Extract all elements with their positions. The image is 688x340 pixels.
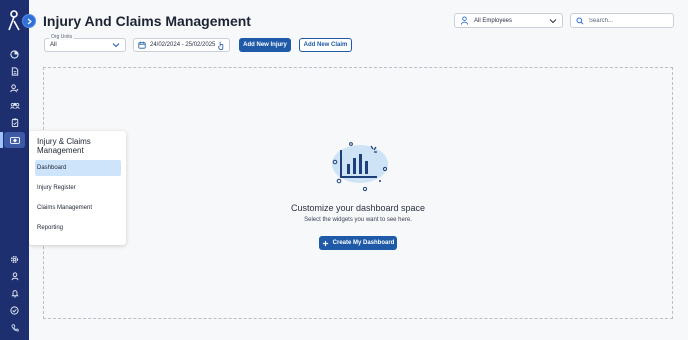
employee-filter-select[interactable]: All Employees [454, 13, 563, 28]
brand-logo-icon [8, 10, 20, 31]
phone-icon [11, 323, 19, 331]
dashboard-chart-illustration-icon [332, 142, 388, 192]
flyout-item-label: Injury Register [37, 185, 76, 191]
nav-profile-button[interactable] [7, 269, 22, 284]
pointer-hand-icon [218, 41, 224, 50]
page-title: Injury And Claims Management [43, 13, 251, 29]
sidebar-toggle-button[interactable] [22, 14, 36, 28]
flyout-item-reporting[interactable]: Reporting [35, 220, 121, 236]
group-icon [9, 102, 20, 109]
user-settings-icon [10, 84, 19, 93]
nav-injury-claims-button[interactable] [4, 132, 25, 148]
chevron-down-icon [549, 18, 557, 23]
chevron-down-icon [112, 43, 120, 48]
clipboard-icon [11, 118, 18, 127]
injury-claims-icon [9, 136, 20, 144]
flyout-item-dashboard[interactable]: Dashboard [35, 160, 121, 176]
dashboard-canvas [43, 67, 673, 319]
search-field[interactable] [570, 13, 674, 28]
employee-filter-value: All Employees [474, 17, 513, 24]
flyout-title: Injury & Claims Management [37, 137, 91, 155]
active-indicator [0, 132, 3, 148]
org-units-select[interactable]: Org Units All [44, 34, 126, 52]
flyout-item-label: Claims Management [37, 205, 93, 211]
icon-rail [0, 0, 36, 340]
add-new-claim-button[interactable]: Add New Claim [299, 38, 352, 52]
date-range-value: 24/02/2024 - 25/02/2025 [150, 42, 216, 48]
date-range-picker[interactable]: 24/02/2024 - 25/02/2025 [133, 38, 230, 52]
search-input[interactable] [588, 17, 668, 24]
create-dashboard-button[interactable]: Create My Dashboard [319, 236, 397, 250]
person-icon [460, 16, 469, 25]
nav-dashboard-button[interactable] [7, 47, 22, 62]
pie-chart-icon [10, 50, 19, 59]
flyout-item-label: Reporting [37, 225, 64, 231]
bell-icon [10, 290, 19, 298]
nav-documents-button[interactable] [7, 64, 22, 79]
add-new-injury-button[interactable]: Add New Injury [239, 38, 291, 52]
check-circle-icon [10, 306, 19, 315]
org-units-value: All [50, 42, 57, 48]
empty-state-subtitle: Select the widgets you want to see here. [304, 217, 412, 223]
calendar-icon [138, 41, 146, 49]
nav-notifications-button[interactable] [7, 286, 22, 301]
nav-users-button[interactable] [7, 81, 22, 96]
flyout-item-label: Dashboard [37, 165, 67, 171]
plus-icon [322, 240, 328, 246]
nav-tasks-button[interactable] [7, 115, 22, 130]
injury-claims-flyout-menu: Injury & Claims Management Dashboard Inj… [29, 131, 126, 245]
nav-status-button[interactable] [7, 303, 22, 318]
chevron-right-icon [27, 18, 32, 24]
nav-support-button[interactable] [7, 320, 22, 335]
user-icon [11, 272, 18, 281]
document-icon [11, 67, 18, 76]
flyout-item-injury-register[interactable]: Injury Register [35, 180, 121, 196]
create-dashboard-label: Create My Dashboard [332, 240, 395, 246]
flyout-item-claims-management[interactable]: Claims Management [35, 200, 121, 216]
nav-groups-button[interactable] [7, 98, 22, 113]
empty-state-title: Customize your dashboard space [290, 203, 426, 213]
nav-settings-button[interactable] [7, 252, 22, 267]
org-units-label: Org Units [49, 34, 75, 40]
search-icon [576, 17, 584, 24]
gear-icon [10, 255, 19, 264]
